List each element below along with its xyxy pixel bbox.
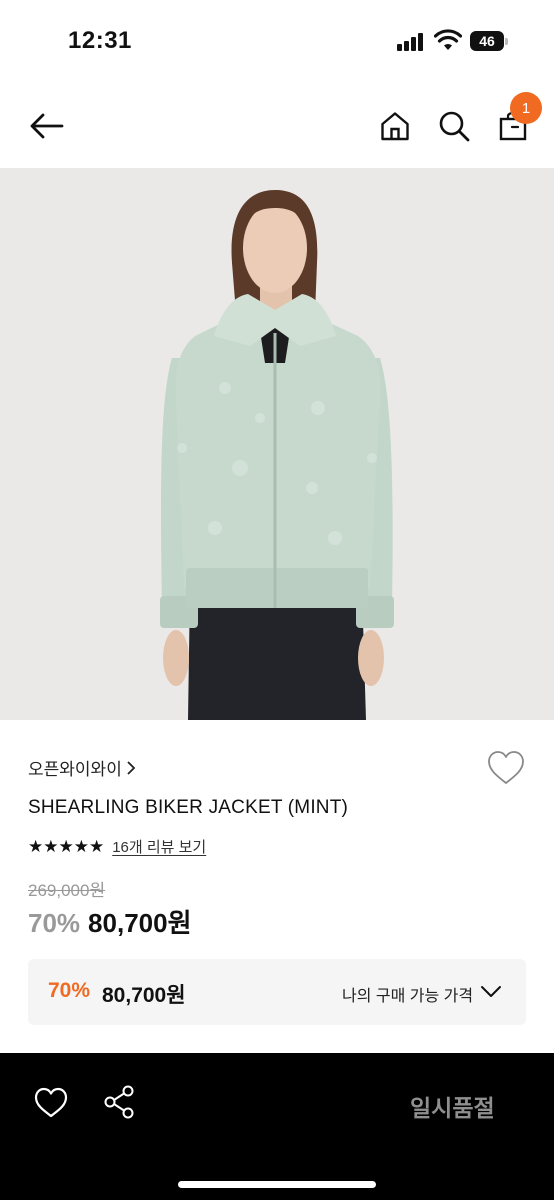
cart-count-badge: 1 [510, 92, 542, 124]
original-price: 269,000원 [28, 881, 106, 900]
heart-icon[interactable] [487, 750, 525, 786]
battery-icon: 46 [470, 31, 508, 51]
wifi-icon [434, 29, 462, 50]
chevron-right-icon [127, 760, 136, 775]
product-image [0, 168, 554, 720]
my-discount-rate: 70% [48, 979, 91, 1002]
search-icon[interactable] [438, 110, 470, 142]
bottom-action-bar: 일시품절 [0, 1053, 554, 1200]
back-arrow-icon[interactable] [28, 112, 64, 140]
heart-icon[interactable] [34, 1087, 68, 1119]
battery-level: 46 [470, 31, 504, 51]
home-indicator [178, 1181, 376, 1188]
product-name: SHEARLING BIKER JACKET (MINT) [28, 797, 349, 818]
share-icon[interactable] [103, 1085, 135, 1119]
discount-rate: 70% [28, 908, 81, 938]
brand-name: 오픈와이와이 [28, 760, 122, 779]
brand-link[interactable]: 오픈와이와이 [28, 755, 136, 780]
signal-icon [397, 33, 427, 51]
home-icon[interactable] [380, 111, 410, 141]
status-bar: 12:31 46 [0, 0, 554, 84]
my-price: 80,700원 [102, 984, 186, 1007]
my-price-dropdown[interactable]: 70% 80,700원 나의 구매 가능 가격 [28, 959, 526, 1025]
status-time: 12:31 [68, 27, 132, 54]
sale-price-row: 70% 80,700원 [28, 903, 192, 940]
my-price-label: 나의 구매 가능 가격 [342, 988, 474, 1005]
model-photo [160, 190, 394, 720]
rating: ★★★★★ 16개 리뷰 보기 [28, 836, 206, 857]
soldout-button[interactable]: 일시품절 [410, 1089, 495, 1123]
review-link[interactable]: 16개 리뷰 보기 [112, 836, 206, 857]
top-nav [0, 84, 554, 168]
sale-price: 80,700원 [88, 908, 192, 938]
star-rating: ★★★★★ [28, 836, 105, 856]
chevron-down-icon [481, 986, 501, 997]
